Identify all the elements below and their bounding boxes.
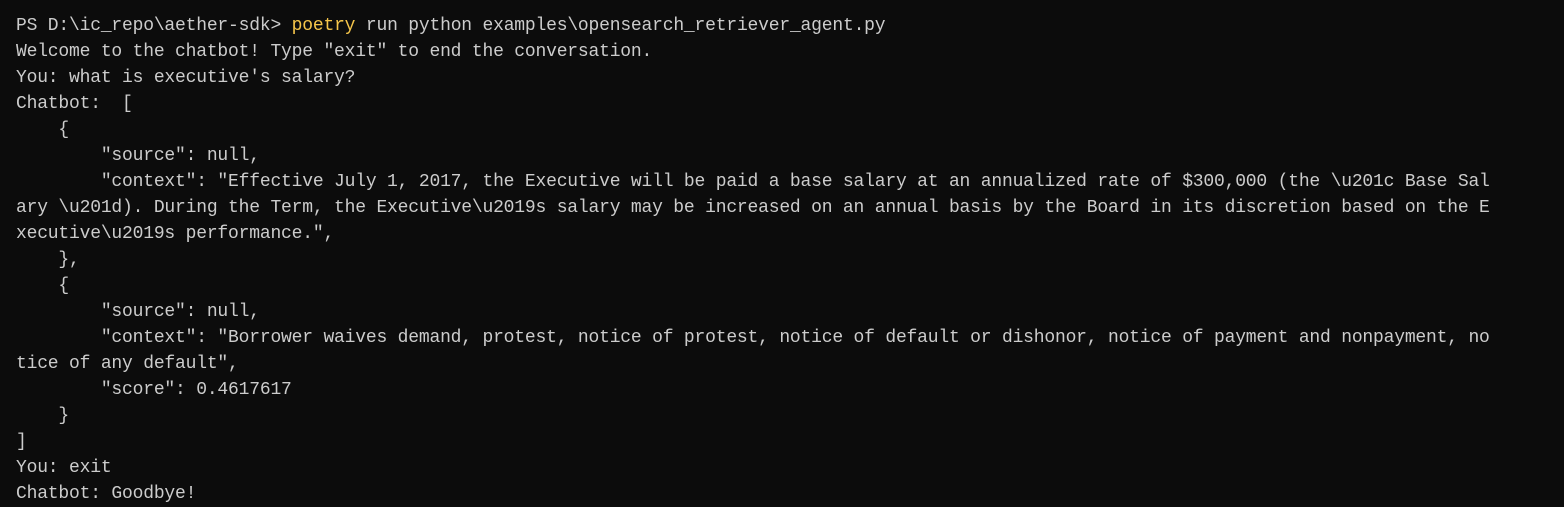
- output-line: }: [16, 406, 70, 426]
- output-line: "source": null,: [16, 146, 260, 166]
- output-line: {: [16, 120, 70, 140]
- terminal-window[interactable]: PS D:\ic_repo\aether-sdk> poetry run pyt…: [0, 0, 1564, 507]
- prompt-path: PS D:\ic_repo\aether-sdk>: [16, 16, 292, 36]
- output-line: "score": 0.4617617: [16, 380, 292, 400]
- output-line: Chatbot: Goodbye!: [16, 484, 197, 504]
- output-line: ary \u201d). During the Term, the Execut…: [16, 198, 1490, 218]
- command-keyword: poetry: [291, 16, 356, 36]
- output-line: xecutive\u2019s performance.",: [16, 224, 335, 244]
- output-line: Chatbot: [: [16, 94, 133, 114]
- output-line: You: what is executive's salary?: [16, 68, 356, 88]
- output-line: {: [16, 276, 70, 296]
- output-line: "source": null,: [16, 302, 260, 322]
- output-line: ]: [16, 432, 27, 452]
- prompt-line: PS D:\ic_repo\aether-sdk> poetry run pyt…: [16, 13, 1564, 39]
- output-line: "context": "Effective July 1, 2017, the …: [16, 172, 1490, 192]
- output-line: },: [16, 250, 80, 270]
- output-line: You: exit: [16, 458, 112, 478]
- output-line: "context": "Borrower waives demand, prot…: [16, 328, 1490, 348]
- output-line: tice of any default",: [16, 354, 239, 374]
- command-args: run python examples\opensearch_retriever…: [355, 16, 886, 36]
- output-line: Welcome to the chatbot! Type "exit" to e…: [16, 42, 653, 62]
